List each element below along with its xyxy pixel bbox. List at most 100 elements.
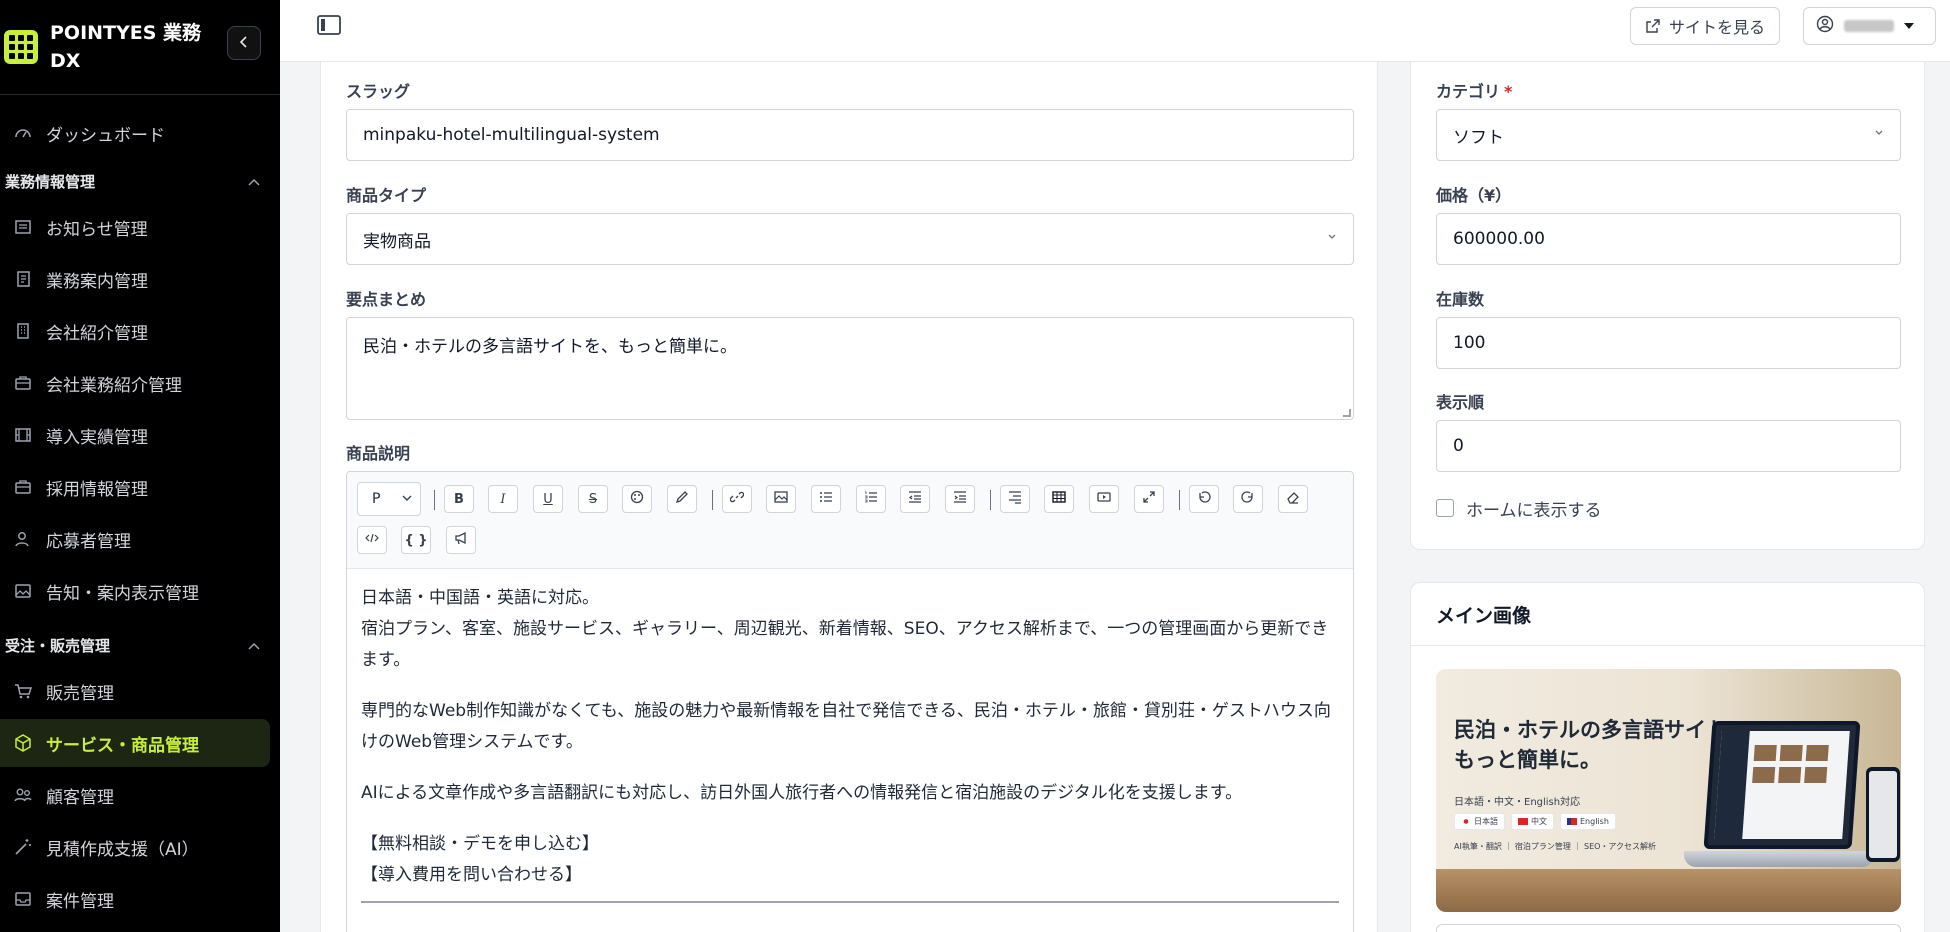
align-button[interactable] (1000, 485, 1030, 513)
sidebar-item-label: 見積作成支援（AI） (46, 839, 199, 860)
sidebar-item-recruit[interactable]: 採用情報管理 (0, 463, 270, 511)
sidebar-item-dashboard[interactable]: ダッシュボード (0, 109, 270, 157)
indent-button[interactable] (945, 485, 975, 513)
description-label: 商品説明 (346, 444, 411, 463)
outdent-button[interactable] (900, 485, 930, 513)
underline-button[interactable]: U (533, 485, 563, 513)
description-paragraph-2: 専門的なWeb制作知識がなくても、施設の魅力や最新情報を自社で発信できる、民泊・… (361, 701, 1331, 752)
align-right-icon (1008, 490, 1022, 508)
price-input[interactable]: 600000.00 (1436, 213, 1901, 265)
order-input[interactable]: 0 (1436, 420, 1901, 472)
sidebar-item-business-guide[interactable]: 業務案内管理 (0, 255, 270, 303)
image-upload-area[interactable] (1436, 924, 1901, 932)
link-button[interactable] (722, 485, 752, 513)
app-grid-logo-icon (4, 30, 38, 64)
newspaper-icon (12, 216, 34, 238)
format-select[interactable]: P (357, 482, 421, 516)
view-site-button[interactable]: サイトを見る (1630, 7, 1781, 45)
sidebar-section-orders-sales[interactable]: 受注・販売管理 (0, 625, 280, 665)
sidebar-item-applicants[interactable]: 応募者管理 (0, 515, 270, 563)
sidebar-item-customers[interactable]: 顧客管理 (0, 771, 270, 819)
video-icon (1097, 490, 1111, 508)
user-menu-button[interactable] (1803, 7, 1936, 45)
building-icon (12, 320, 34, 342)
sidebar-item-company-business[interactable]: 会社業務紹介管理 (0, 359, 270, 407)
text-color-button[interactable] (622, 485, 652, 513)
insert-image-button[interactable] (766, 485, 796, 513)
description-paragraph-3: AIによる文章作成や多言語翻訳にも対応し、訪日外国人旅行者への情報発信と宿泊施設… (361, 783, 1243, 803)
insert-table-button[interactable] (1044, 485, 1074, 513)
chevron-up-icon (248, 636, 260, 654)
code-view-button[interactable] (357, 526, 387, 554)
chevron-left-icon (237, 33, 251, 54)
sidebar-item-sales[interactable]: 販売管理 (0, 667, 270, 715)
laptop-illustration (1703, 721, 1861, 849)
undo-button[interactable] (1189, 485, 1219, 513)
bullet-list-button[interactable] (811, 485, 841, 513)
hero-features: AI執筆・翻訳 ｜ 宿泊プラン管理 ｜ SEO・アクセス解析 (1454, 842, 1657, 851)
sidebar: POINTYES 業務DX ダッシュボード 業務情報管理 お知らせ管理 業務案内… (0, 0, 280, 932)
editor-toolbar: P B I U S { } (347, 472, 1353, 569)
summary-textarea[interactable]: 民泊・ホテルの多言語サイトを、もっと簡単に。 (346, 317, 1354, 420)
sidebar-item-label: サービス・商品管理 (46, 735, 199, 756)
indent-icon (953, 490, 967, 508)
resize-handle-icon[interactable] (1343, 409, 1351, 417)
show-home-label: ホームに表示する (1466, 501, 1602, 521)
user-icon (12, 528, 34, 550)
expand-icon (1142, 490, 1156, 508)
sidebar-item-label: 導入実績管理 (46, 427, 148, 448)
pencil-icon (675, 490, 689, 508)
insert-video-button[interactable] (1089, 485, 1119, 513)
sidebar-item-ai-estimate[interactable]: 見積作成支援（AI） (0, 823, 270, 871)
sidebar-section-title: 業務情報管理 (5, 172, 96, 191)
inbox-icon (12, 888, 34, 910)
sidebar-item-case-studies[interactable]: 導入実績管理 (0, 411, 270, 459)
sidebar-item-announcements[interactable]: 告知・案内表示管理 (0, 567, 270, 615)
external-link-icon (1645, 18, 1661, 34)
category-label-text: カテゴリ (1436, 82, 1501, 101)
show-home-checkbox[interactable] (1436, 499, 1454, 517)
redo-button[interactable] (1233, 485, 1263, 513)
category-select[interactable]: ソフト (1436, 109, 1901, 161)
main-image-preview[interactable]: 民泊・ホテルの多言語サイト もっと簡単に。 日本語・中文・English対応 日… (1436, 669, 1901, 912)
chevron-down-icon (1874, 126, 1884, 140)
sidebar-section-business-info[interactable]: 業務情報管理 (0, 161, 280, 201)
toggle-sidebar-button[interactable] (316, 15, 342, 38)
sidebar-item-projects[interactable]: 案件管理 (0, 875, 270, 923)
highlight-button[interactable] (667, 485, 697, 513)
stock-input[interactable]: 100 (1436, 317, 1901, 369)
bold-button[interactable]: B (444, 485, 474, 513)
announce-button[interactable] (446, 526, 476, 554)
chevron-down-icon (402, 491, 412, 507)
sidebar-item-products[interactable]: サービス・商品管理 (0, 719, 270, 767)
clear-format-button[interactable] (1278, 485, 1308, 513)
sidebar-item-label: 販売管理 (46, 683, 114, 704)
hero-headline-1: 民泊・ホテルの多言語サイト (1454, 717, 1727, 742)
numbered-list-icon (864, 490, 878, 508)
product-details-card: カテゴリ * ソフト 価格（¥） 600000.00 在庫数 100 表示順 0 … (1410, 62, 1925, 550)
strikethrough-button[interactable]: S (578, 485, 608, 513)
slug-input[interactable]: minpaku-hotel-multilingual-system (346, 109, 1354, 161)
film-icon (12, 424, 34, 446)
fullscreen-button[interactable] (1134, 485, 1164, 513)
product-type-select[interactable]: 実物商品 (346, 213, 1354, 265)
sidebar-item-company-intro[interactable]: 会社紹介管理 (0, 307, 270, 355)
collapse-sidebar-button[interactable] (227, 26, 261, 60)
code-block-button[interactable]: { } (401, 526, 431, 554)
table-icon (1052, 490, 1066, 508)
image-icon (774, 490, 788, 508)
italic-icon: I (500, 491, 506, 507)
price-label: 価格（¥） (1436, 186, 1512, 205)
numbered-list-button[interactable] (856, 485, 886, 513)
strikethrough-icon: S (588, 491, 598, 507)
sidebar-item-news[interactable]: お知らせ管理 (0, 203, 270, 251)
sidebar-item-label: 業務案内管理 (46, 271, 148, 292)
briefcase-icon (12, 372, 34, 394)
category-label: カテゴリ * (1436, 78, 1512, 102)
hero-flags: 日本語 中文 English (1454, 813, 1616, 830)
editor-content[interactable]: 日本語・中国語・英語に対応。 宿泊プラン、客室、施設サービス、ギャラリー、周辺観… (347, 569, 1353, 917)
product-form-card: スラッグ minpaku-hotel-multilingual-system 商… (320, 62, 1378, 932)
sidebar-section-title: 受注・販売管理 (5, 636, 111, 655)
sidebar-item-label: 会社紹介管理 (46, 323, 148, 344)
italic-button[interactable]: I (488, 485, 518, 513)
